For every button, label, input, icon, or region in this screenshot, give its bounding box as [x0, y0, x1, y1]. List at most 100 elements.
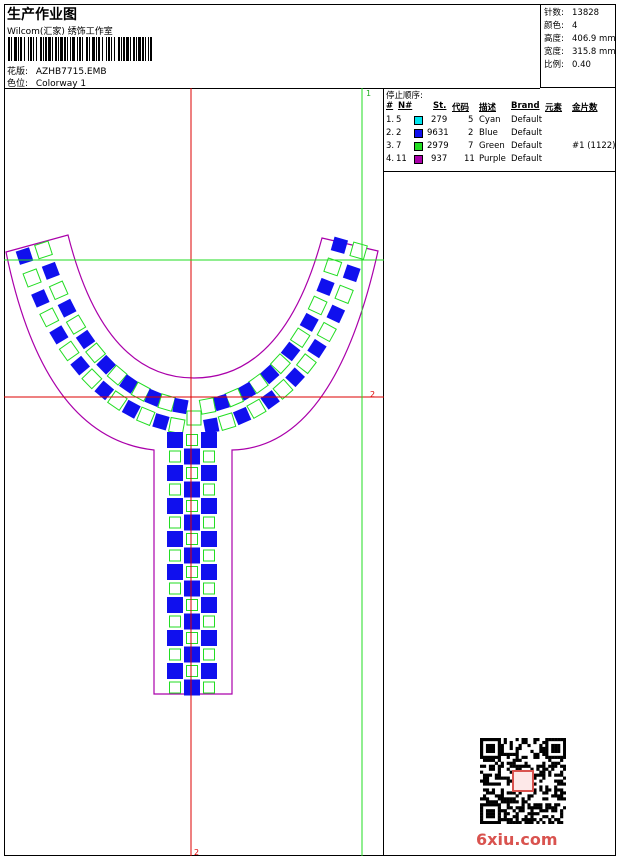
qr-module	[545, 785, 549, 789]
barcode-bar	[70, 37, 71, 61]
qr-module	[491, 803, 496, 807]
qr-module	[560, 809, 564, 813]
qr-module	[545, 809, 549, 813]
qr-module	[521, 800, 525, 804]
qr-module	[560, 779, 564, 783]
barcode-bar	[82, 37, 83, 61]
stitch-square-outline	[203, 582, 215, 595]
qr-module	[539, 749, 543, 754]
row-needle: 11	[396, 154, 407, 164]
qr-module	[527, 794, 531, 798]
color-swatch	[414, 155, 423, 164]
barcode-bar	[48, 37, 51, 61]
qr-module	[512, 761, 516, 765]
qr-module	[545, 767, 549, 771]
qr-module	[515, 746, 519, 751]
qr-module	[482, 794, 487, 798]
qr-module	[480, 749, 484, 754]
stitch-square-outline	[169, 681, 181, 694]
stitch-square-fill	[152, 413, 170, 431]
qr-module	[524, 821, 528, 824]
qr-module	[515, 818, 519, 822]
row-stitches: 2979	[427, 141, 449, 151]
qr-module	[482, 738, 487, 742]
qr-module	[536, 806, 540, 810]
qr-module	[542, 797, 546, 801]
qr-module	[488, 821, 493, 824]
qr-module	[494, 794, 498, 798]
qr-module	[488, 746, 493, 751]
stitch-square-outline	[349, 241, 368, 261]
qr-module	[515, 794, 519, 798]
qr-module	[557, 761, 561, 765]
stitch-square-fill	[330, 236, 349, 254]
qr-module	[488, 738, 493, 742]
qr-module	[503, 738, 507, 742]
barcode-bar	[123, 37, 125, 61]
qr-module	[542, 749, 546, 754]
stitch-square-fill	[167, 498, 183, 514]
stitch-square-fill	[203, 417, 220, 434]
qr-module	[524, 764, 528, 768]
qr-module	[521, 797, 525, 801]
stitch-square-outline	[48, 280, 69, 301]
barcode-bar	[96, 37, 97, 61]
qr-module	[563, 746, 566, 751]
qr-module	[497, 764, 501, 768]
qr-module	[494, 776, 498, 780]
qr-module	[485, 812, 490, 816]
qr-module	[524, 800, 528, 804]
qr-module	[485, 821, 490, 824]
qr-module	[485, 800, 490, 804]
qr-module	[497, 794, 501, 798]
qr-module	[551, 767, 555, 771]
qr-module	[506, 776, 510, 780]
row-code: 7	[468, 141, 474, 151]
stitch-square-fill	[201, 432, 217, 448]
qr-module	[480, 815, 484, 819]
barcode-bar	[20, 37, 22, 61]
stitch-square-outline	[186, 599, 198, 611]
stitch-square-fill	[184, 613, 200, 630]
qr-module	[548, 770, 552, 774]
qr-module	[488, 773, 493, 777]
qr-module	[557, 749, 561, 754]
stat-scale-value: 0.40	[572, 60, 591, 70]
qr-module	[551, 755, 555, 759]
qr-module	[551, 821, 555, 824]
qr-module	[500, 764, 504, 768]
qr-module	[563, 752, 566, 756]
qr-module	[563, 776, 566, 780]
stitch-square-fill	[167, 630, 183, 646]
qr-module	[488, 755, 493, 759]
qr-module	[500, 791, 504, 795]
qr-module	[542, 761, 546, 765]
qr-module	[563, 740, 566, 745]
qr-module	[491, 800, 496, 804]
qr-module	[557, 746, 561, 751]
qr-module	[536, 821, 540, 824]
qr-module	[560, 791, 564, 795]
col-brand: Brand	[511, 101, 540, 111]
row-brand: Default	[511, 128, 543, 138]
qr-module	[491, 764, 496, 768]
qr-module	[521, 806, 525, 810]
qr-module	[545, 797, 549, 801]
stat-colors-label: 颜色:	[544, 21, 564, 31]
qr-module	[497, 815, 501, 819]
barcode-bar	[92, 37, 95, 61]
qr-module	[518, 806, 522, 810]
stitch-square-fill	[167, 531, 183, 547]
qr-module	[482, 764, 487, 768]
qr-module	[542, 752, 546, 756]
qr-module	[509, 806, 513, 810]
qr-module	[524, 815, 528, 819]
barcode-bar	[58, 37, 59, 61]
qr-module	[563, 791, 566, 795]
qr-module	[536, 764, 540, 768]
qr-module	[497, 755, 501, 759]
qr-module	[554, 803, 558, 807]
qr-module	[491, 758, 496, 762]
qr-module	[480, 770, 484, 774]
qr-module	[497, 782, 501, 786]
